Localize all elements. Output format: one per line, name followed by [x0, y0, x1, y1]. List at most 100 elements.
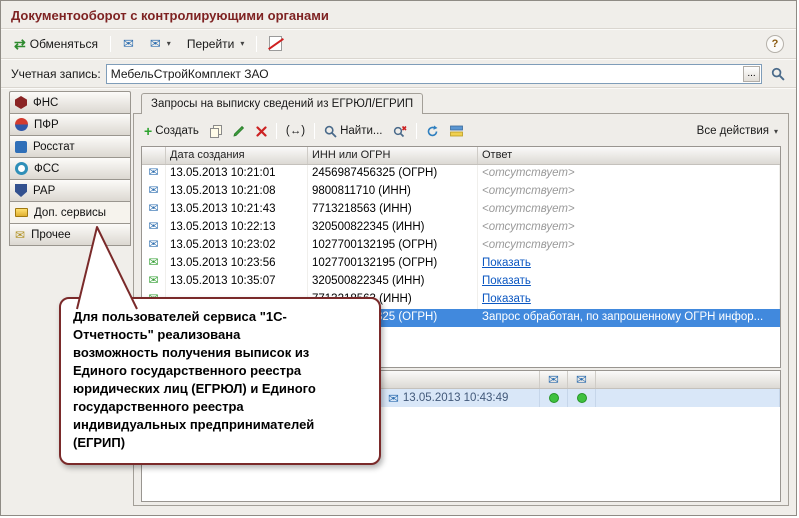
sidebar-item-dop-servisy[interactable]: Доп. сервисы — [9, 201, 131, 224]
fss-icon — [15, 162, 28, 175]
send-mail-icon: ✉ — [122, 36, 134, 51]
top-toolbar: ⇄ Обменяться ✉ ✉ ▾ Перейти ▾ — [7, 31, 289, 56]
id-cell: 320500822345 (ИНН) — [308, 219, 478, 237]
find-button[interactable]: Найти... — [319, 121, 387, 142]
send-mail-button[interactable]: ✉ — [116, 33, 141, 55]
page-title: Документооборот с контролирующими органа… — [11, 8, 329, 23]
toolbar-separator — [314, 123, 316, 139]
exchange-icon: ⇄ — [14, 35, 26, 52]
create-button[interactable]: + Создать — [139, 121, 204, 142]
date-cell: 13.05.2013 10:21:01 — [166, 165, 308, 183]
show-answer-link[interactable]: Показать — [482, 293, 531, 305]
table-row[interactable]: ✉ 13.05.2013 10:21:08 9800811710 (ИНН) <… — [142, 183, 780, 201]
receipt-column-header[interactable]: ✉ — [568, 371, 596, 388]
account-label: Учетная запись: — [11, 66, 101, 81]
list-toolbar: + Создать (↔) Найти... Все действия ▾ — [139, 119, 783, 143]
callout-bubble: Для пользователей сервиса "1С- Отчетност… — [59, 297, 381, 465]
rosstat-icon — [15, 140, 27, 153]
delete-button[interactable] — [251, 121, 272, 142]
find-label: Найти... — [340, 125, 383, 137]
tab-egrul-requests[interactable]: Запросы на выписку сведений из ЕГРЮЛ/ЕГР… — [141, 93, 424, 114]
all-actions-button[interactable]: Все действия ▾ — [692, 121, 783, 142]
account-field[interactable]: МебельСтройКомплект ЗАО ... — [105, 63, 762, 84]
pencil-icon — [233, 125, 244, 137]
refresh-button[interactable] — [421, 121, 444, 142]
answer-cell: <отсутствует> — [478, 237, 780, 255]
answer-cell: <отсутствует> — [478, 201, 780, 219]
date-cell: 13.05.2013 10:23:02 — [166, 237, 308, 255]
rar-icon — [15, 184, 27, 197]
spacer-column-header — [596, 371, 780, 388]
sidebar-item-rosstat[interactable]: Росстат — [9, 135, 131, 158]
all-actions-label: Все действия — [696, 125, 769, 137]
answer-column-header[interactable]: Ответ — [478, 147, 780, 164]
mail-answered-icon: ✉ — [148, 273, 159, 287]
table-row[interactable]: ✉ 13.05.2013 10:22:13 320500822345 (ИНН)… — [142, 219, 780, 237]
toolbar-separator — [275, 123, 277, 139]
date-cell: 13.05.2013 10:23:56 — [166, 255, 308, 273]
date-cell: 13.05.2013 10:35:07 — [166, 273, 308, 291]
separator — [1, 58, 796, 60]
status-dot-sent — [548, 393, 559, 403]
status-dot-receipt — [576, 393, 587, 403]
period-icon — [450, 125, 464, 137]
clear-find-button[interactable] — [388, 121, 412, 142]
receive-mail-button[interactable]: ✉ ▾ — [143, 33, 178, 55]
table-row[interactable]: ✉ 13.05.2013 10:35:07 320500822345 (ИНН)… — [142, 273, 780, 291]
create-label: Создать — [155, 125, 199, 137]
table-row[interactable]: ✉ 13.05.2013 10:23:56 1027700132195 (ОГР… — [142, 255, 780, 273]
set-period-button[interactable] — [445, 121, 468, 142]
account-row: Учетная запись: МебельСтройКомплект ЗАО … — [11, 63, 788, 84]
goto-label: Перейти — [186, 36, 235, 51]
receive-mail-icon: ✉ — [149, 36, 161, 51]
refresh-icon — [428, 125, 438, 136]
sent-column-header[interactable]: ✉ — [540, 371, 568, 388]
date-cell: 13.05.2013 10:21:43 — [166, 201, 308, 219]
search-icon — [771, 67, 785, 81]
sidebar-item-fns[interactable]: ФНС — [9, 91, 131, 114]
inn-ogrn-column-header[interactable]: ИНН или ОГРН — [308, 147, 478, 164]
response-row-icon: ✉ — [388, 390, 399, 406]
icon-column-header[interactable] — [142, 147, 166, 164]
crossed-document-icon — [269, 36, 283, 51]
related-documents-button[interactable]: (↔) — [281, 121, 310, 142]
account-search-button[interactable] — [767, 64, 788, 84]
receipt-mail-column-icon: ✉ — [576, 372, 587, 387]
date-column-header[interactable]: Дата создания — [166, 147, 308, 164]
mail-icon: ✉ — [148, 219, 159, 233]
separator — [1, 28, 796, 30]
table-row[interactable]: ✉ 13.05.2013 10:23:02 1027700132195 (ОГР… — [142, 237, 780, 255]
account-select-button[interactable]: ... — [743, 65, 760, 82]
callout-text: Для пользователей сервиса "1С- Отчетност… — [73, 309, 316, 450]
copy-button[interactable] — [205, 121, 227, 142]
sidebar-item-fss[interactable]: ФСС — [9, 157, 131, 180]
exchange-label: Обменяться — [29, 36, 98, 51]
answer-cell: <отсутствует> — [478, 183, 780, 201]
prochee-icon: ✉ — [15, 227, 26, 242]
show-answer-link[interactable]: Показать — [482, 275, 531, 287]
sidebar-item-label: Росстат — [33, 140, 75, 153]
toolbar-separator — [109, 35, 111, 52]
search-icon — [324, 125, 337, 138]
table-row[interactable]: ✉ 13.05.2013 10:21:43 7713218563 (ИНН) <… — [142, 201, 780, 219]
answer-cell: <отсутствует> — [478, 165, 780, 183]
mail-answered-icon: ✉ — [148, 255, 159, 269]
goto-button[interactable]: Перейти ▾ — [180, 33, 252, 55]
sidebar-item-rar[interactable]: РАР — [9, 179, 131, 202]
chevron-down-icon: ▾ — [166, 39, 171, 48]
sidebar-item-pfr[interactable]: ПФР — [9, 113, 131, 136]
id-cell: 1027700132195 (ОГРН) — [308, 255, 478, 273]
table-row[interactable]: ✉ 13.05.2013 10:21:01 2456987456325 (ОГР… — [142, 165, 780, 183]
sidebar-item-label: РАР — [33, 184, 56, 197]
account-value: МебельСтройКомплект ЗАО — [110, 66, 269, 81]
sidebar-item-prochee[interactable]: ✉ Прочее — [9, 223, 131, 246]
id-cell: 1027700132195 (ОГРН) — [308, 237, 478, 255]
help-button[interactable]: ? — [766, 35, 784, 53]
edit-button[interactable] — [228, 121, 250, 142]
sidebar-item-label: ФСС — [34, 162, 60, 175]
show-answer-link[interactable]: Показать — [482, 257, 531, 269]
crossed-document-button[interactable] — [262, 33, 289, 55]
table-header: Дата создания ИНН или ОГРН Ответ — [142, 147, 780, 165]
sent-mail-column-icon: ✉ — [548, 372, 559, 387]
exchange-button[interactable]: ⇄ Обменяться — [7, 33, 105, 55]
